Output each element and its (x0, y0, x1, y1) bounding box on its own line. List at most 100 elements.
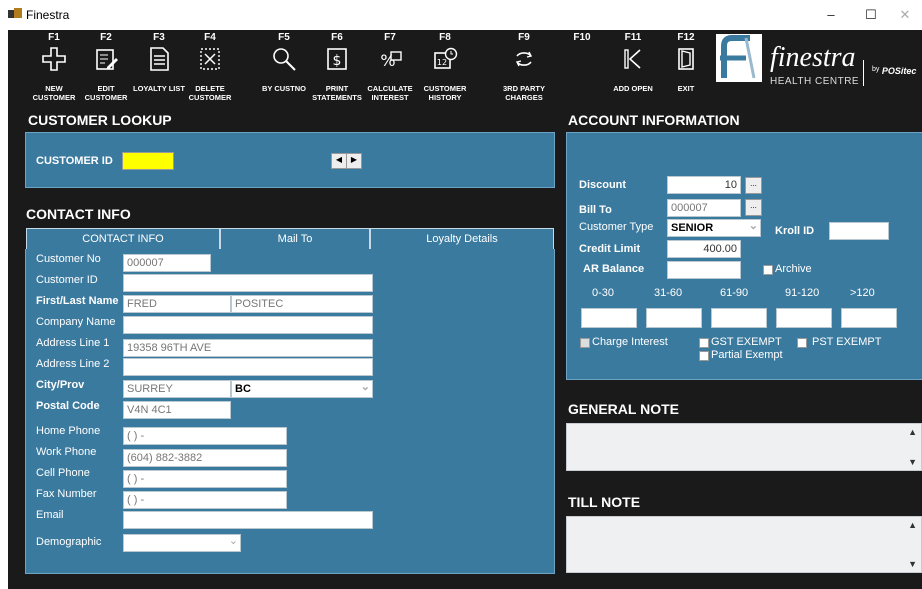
till-note-textarea[interactable]: ▲ ▼ (566, 516, 922, 573)
bill-to-label: Bill To (579, 204, 612, 216)
close-button[interactable]: ✕ (890, 4, 920, 26)
work-phone-label: Work Phone (36, 446, 97, 458)
key-label: F2 (100, 32, 112, 43)
f10-button[interactable]: F10 (554, 32, 610, 44)
app-body: F1 NEW CUSTOMER F2 EDIT CUSTOMER F3 LOYA… (8, 30, 922, 589)
pst-exempt-label: PST EXEMPT (812, 336, 882, 348)
work-phone-input[interactable]: (604) 882-3882 (123, 449, 287, 467)
contact-info-panel: Customer No 000007 Customer ID First/Las… (25, 249, 555, 574)
button-label: NEW CUSTOMER (32, 84, 76, 102)
logo-divider (863, 60, 864, 86)
loyalty-list-button[interactable]: F3 LOYALTY LIST (131, 32, 187, 93)
till-note-title: TILL NOTE (568, 494, 641, 510)
logo-subtitle: HEALTH CENTRE (770, 76, 860, 87)
fax-number-input[interactable]: ( ) - (123, 491, 287, 509)
delete-icon (200, 48, 220, 70)
customer-history-button[interactable]: F8 12 CUSTOMER HISTORY (417, 32, 473, 102)
cycle-icon (515, 51, 533, 67)
company-name-input[interactable] (123, 316, 373, 334)
address-line1-input[interactable]: 19358 96TH AVE (123, 339, 373, 357)
account-info-title: ACCOUNT INFORMATION (568, 112, 740, 128)
bill-to-ellipsis-button[interactable]: ... (745, 199, 762, 216)
aging-header-61-90: 61-90 (720, 287, 749, 299)
aging-field (776, 308, 832, 328)
scroll-up-icon[interactable]: ▲ (908, 427, 917, 437)
exit-icon (678, 48, 694, 70)
third-party-charges-button[interactable]: F9 3RD PARTY CHARGES (496, 32, 552, 102)
chevron-down-icon: ⌄ (360, 381, 370, 393)
button-label: 3RD PARTY CHARGES (503, 84, 545, 102)
credit-limit-input[interactable]: 400.00 (667, 240, 741, 258)
maximize-button[interactable]: ☐ (856, 4, 886, 26)
scroll-up-icon[interactable]: ▲ (908, 520, 917, 530)
calculate-interest-button[interactable]: F7 % CALCULATE INTEREST (362, 32, 418, 102)
cell-phone-input[interactable]: ( ) - (123, 470, 287, 488)
bill-to-input[interactable]: 000007 (667, 199, 741, 217)
exit-button[interactable]: F12 EXIT (658, 32, 714, 93)
key-label: F8 (439, 32, 451, 43)
demographic-select[interactable]: ⌄ (123, 534, 241, 552)
key-label: F1 (48, 32, 60, 43)
province-select[interactable]: BC ⌄ (231, 380, 373, 398)
archive-label: Archive (775, 263, 812, 275)
key-label: F10 (573, 32, 591, 43)
delete-customer-button[interactable]: F4 DELETE CUSTOMER (182, 32, 238, 102)
edit-customer-button[interactable]: F2 EDIT CUSTOMER (78, 32, 134, 102)
scroll-down-icon[interactable]: ▼ (908, 559, 917, 569)
pst-exempt-checkbox[interactable] (797, 338, 807, 348)
button-label: ADD OPEN (613, 84, 653, 93)
brand-logo: by POSitec (872, 66, 917, 76)
customer-type-select[interactable]: SENIOR ⌄ (667, 219, 761, 237)
tab-loyalty-details[interactable]: Loyalty Details (370, 228, 554, 250)
customer-id-field[interactable] (123, 274, 373, 292)
prev-button[interactable]: ◀ (331, 153, 347, 169)
chevron-down-icon: ⌄ (748, 220, 758, 232)
email-label: Email (36, 509, 64, 521)
title-bar: Finestra – ☐ ✕ (0, 0, 922, 30)
discount-input[interactable]: 10 (667, 176, 741, 194)
calendar-clock-icon: 12 (434, 47, 458, 69)
tab-contact-info[interactable]: CONTACT INFO (26, 228, 220, 250)
home-phone-input[interactable]: ( ) - (123, 427, 287, 445)
postal-code-input[interactable]: V4N 4C1 (123, 401, 231, 419)
address-line2-input[interactable] (123, 358, 373, 376)
gst-exempt-checkbox[interactable] (699, 338, 709, 348)
minimize-button[interactable]: – (816, 4, 846, 26)
customer-type-value: SENIOR (671, 222, 714, 234)
customer-lookup-panel: CUSTOMER ID ◀ ▶ (25, 132, 555, 188)
partial-exempt-checkbox[interactable] (699, 351, 709, 361)
ar-balance-label: AR Balance (583, 263, 645, 275)
key-label: F3 (153, 32, 165, 43)
by-custno-button[interactable]: F5 BY CUSTNO (256, 32, 312, 93)
last-name-input[interactable]: POSITEC (231, 295, 373, 313)
ar-balance-field (667, 261, 741, 279)
scroll-down-icon[interactable]: ▼ (908, 457, 917, 467)
key-label: F11 (624, 32, 642, 43)
aging-field (841, 308, 897, 328)
list-icon (150, 47, 169, 71)
svg-text:12: 12 (437, 58, 447, 67)
account-info-panel: Discount 10 ... Bill To 000007 ... Custo… (566, 132, 922, 380)
charge-interest-checkbox[interactable] (580, 338, 590, 348)
svg-text:$: $ (333, 53, 342, 69)
discount-ellipsis-button[interactable]: ... (745, 177, 762, 194)
key-label: F9 (518, 32, 530, 43)
email-input[interactable] (123, 511, 373, 529)
print-statements-button[interactable]: F6 $ PRINT STATEMENTS (309, 32, 365, 102)
first-name-input[interactable]: FRED (123, 295, 231, 313)
general-note-textarea[interactable]: ▲ ▼ (566, 423, 922, 471)
button-label: BY CUSTNO (261, 84, 307, 93)
customer-id-input[interactable] (122, 152, 174, 170)
next-button[interactable]: ▶ (346, 153, 362, 169)
kroll-id-input[interactable] (829, 222, 889, 240)
customer-no-field: 000007 (123, 254, 211, 272)
button-label: EDIT CUSTOMER (84, 84, 128, 102)
charge-interest-label: Charge Interest (592, 336, 668, 348)
aging-header-31-60: 31-60 (654, 287, 683, 299)
tab-mail-to[interactable]: Mail To (220, 228, 370, 250)
archive-checkbox[interactable] (763, 265, 773, 275)
add-open-button[interactable]: F11 ADD OPEN (605, 32, 661, 93)
demographic-label: Demographic (36, 536, 102, 548)
new-customer-button[interactable]: F1 NEW CUSTOMER (26, 32, 82, 102)
city-input[interactable]: SURREY (123, 380, 231, 398)
